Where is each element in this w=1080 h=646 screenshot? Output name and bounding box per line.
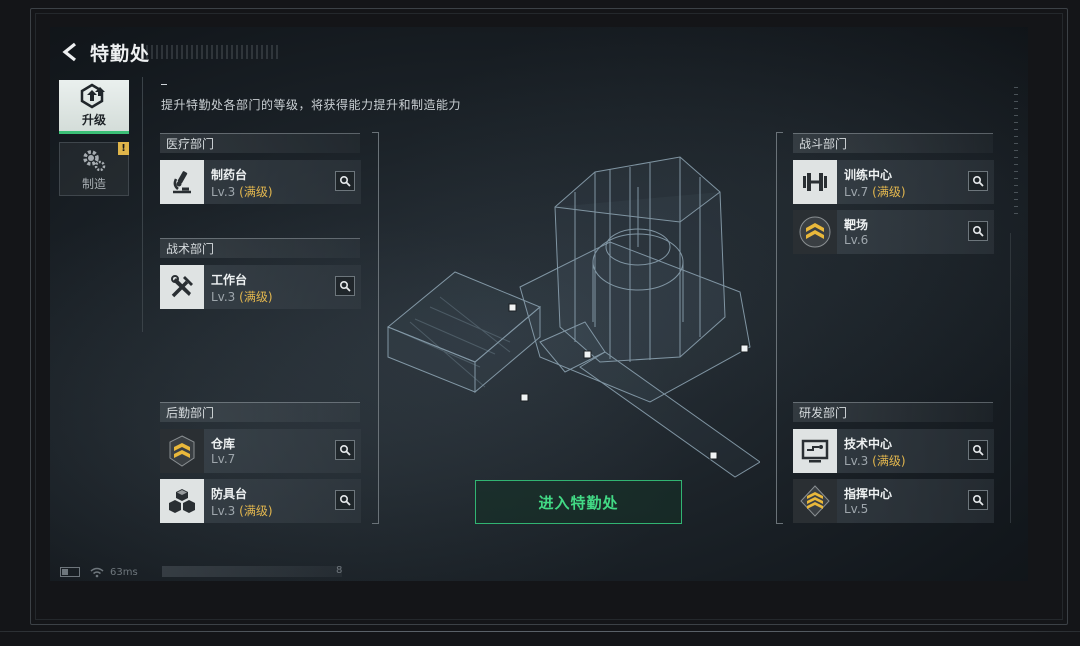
right-column-bracket: [776, 132, 783, 524]
game-screen: 特勤处 升级 制造 ! 提升特勤处各部门的等级，将获得能力提升和制造能力 医疗部…: [50, 27, 1028, 581]
facility-name: 训练中心: [844, 168, 893, 182]
facility-level: Lv.3 (满级): [211, 183, 273, 200]
facility-card-training-center[interactable]: 训练中心 Lv.7 (满级): [793, 160, 994, 204]
facility-card-shooting-range[interactable]: 靶场 Lv.6: [793, 210, 994, 254]
dept-label: 战术部门: [166, 242, 215, 256]
tick-decoration: [1014, 87, 1018, 217]
search-icon: [339, 280, 351, 292]
divider-line: [1010, 233, 1011, 523]
facility-name: 指挥中心: [844, 487, 893, 501]
tools-icon: [160, 265, 204, 309]
search-icon: [972, 175, 984, 187]
bottom-divider: [0, 631, 1080, 632]
level-value: Lv.7: [844, 185, 869, 199]
facility-level: Lv.3 (满级): [844, 452, 906, 469]
search-button[interactable]: [968, 221, 988, 241]
page-subtitle: 提升特勤处各部门的等级，将获得能力提升和制造能力: [161, 98, 462, 112]
microscope-icon: [160, 160, 204, 204]
search-button[interactable]: [335, 171, 355, 191]
status-bar: 63ms: [60, 565, 138, 579]
battery-icon: [60, 567, 80, 577]
page-title: 特勤处: [90, 42, 151, 65]
gear-icon: [83, 149, 106, 171]
hologram-building: [387, 156, 760, 478]
search-icon: [339, 175, 351, 187]
max-level-tag: (满级): [239, 185, 273, 199]
tab-craft[interactable]: 制造 !: [59, 142, 129, 196]
facility-card-tech-center[interactable]: 技术中心 Lv.3 (满级): [793, 429, 994, 473]
level-value: Lv.3: [844, 454, 869, 468]
facility-card-armor-bench[interactable]: 防具台 Lv.3 (满级): [160, 479, 361, 523]
decoration-dash: [161, 84, 167, 85]
dept-header-research: 研发部门: [793, 402, 993, 422]
rank-chevron-icon: [793, 479, 837, 523]
facility-name: 工作台: [211, 273, 248, 287]
level-value: Lv.5: [844, 502, 869, 516]
facility-name: 靶场: [844, 218, 869, 232]
dumbbell-icon: [793, 160, 837, 204]
facility-name: 仓库: [211, 437, 236, 451]
max-level-tag: (满级): [872, 454, 906, 468]
facility-level: Lv.7: [211, 452, 235, 466]
dept-header-tactical: 战术部门: [160, 238, 360, 258]
level-value: Lv.3: [211, 290, 236, 304]
level-value: Lv.7: [211, 452, 236, 466]
search-button[interactable]: [968, 171, 988, 191]
facility-level: Lv.3 (满级): [211, 502, 273, 519]
facility-name: 制药台: [211, 168, 248, 182]
search-icon: [972, 444, 984, 456]
facility-level: Lv.6: [844, 233, 868, 247]
search-icon: [972, 225, 984, 237]
left-column-bracket: [372, 132, 379, 524]
facility-card-pharmacy[interactable]: 制药台 Lv.3 (满级): [160, 160, 361, 204]
status-strip: [162, 566, 342, 577]
status-counter: 8: [336, 565, 343, 576]
dept-label: 后勤部门: [166, 406, 215, 420]
dept-label: 研发部门: [799, 406, 848, 420]
level-value: Lv.3: [211, 185, 236, 199]
header-decoration: [146, 45, 280, 59]
max-level-tag: (满级): [239, 290, 273, 304]
header: 特勤处: [60, 37, 150, 67]
tab-upgrade[interactable]: 升级: [59, 80, 129, 134]
wifi-icon: [90, 567, 104, 577]
search-button[interactable]: [335, 276, 355, 296]
max-level-tag: (满级): [239, 504, 273, 518]
dept-header-medical: 医疗部门: [160, 133, 360, 153]
tab-craft-label: 制造: [81, 176, 106, 191]
max-level-tag: (满级): [872, 185, 906, 199]
facility-level: Lv.5: [844, 502, 868, 516]
search-icon: [339, 494, 351, 506]
facility-card-warehouse[interactable]: 仓库 Lv.7: [160, 429, 361, 473]
enter-special-ops-button[interactable]: 进入特勤处: [475, 480, 682, 524]
facility-name: 防具台: [211, 487, 248, 501]
search-button[interactable]: [335, 490, 355, 510]
level-value: Lv.6: [844, 233, 869, 247]
facility-level: Lv.3 (满级): [211, 288, 273, 305]
level-value: Lv.3: [211, 504, 236, 518]
dept-header-combat: 战斗部门: [793, 133, 993, 153]
ping-value: 63ms: [110, 566, 138, 578]
tab-upgrade-label: 升级: [81, 113, 106, 127]
upgrade-icon: [80, 83, 105, 109]
facility-card-command-center[interactable]: 指挥中心 Lv.5: [793, 479, 994, 523]
boxes-icon: [160, 479, 204, 523]
rank-chevron-icon: [793, 210, 837, 254]
facility-level: Lv.7 (满级): [844, 183, 906, 200]
search-icon: [339, 444, 351, 456]
facility-card-workbench[interactable]: 工作台 Lv.3 (满级): [160, 265, 361, 309]
back-arrow-icon[interactable]: [60, 41, 82, 63]
divider-line: [142, 77, 143, 332]
search-button[interactable]: [968, 490, 988, 510]
rank-chevron-icon: [160, 429, 204, 473]
dept-label: 战斗部门: [799, 137, 848, 151]
notification-badge: !: [118, 142, 129, 155]
search-icon: [972, 494, 984, 506]
dept-label: 医疗部门: [166, 137, 215, 151]
monitor-icon: [793, 429, 837, 473]
search-button[interactable]: [968, 440, 988, 460]
dept-header-logistics: 后勤部门: [160, 402, 360, 422]
facility-name: 技术中心: [844, 437, 893, 451]
search-button[interactable]: [335, 440, 355, 460]
